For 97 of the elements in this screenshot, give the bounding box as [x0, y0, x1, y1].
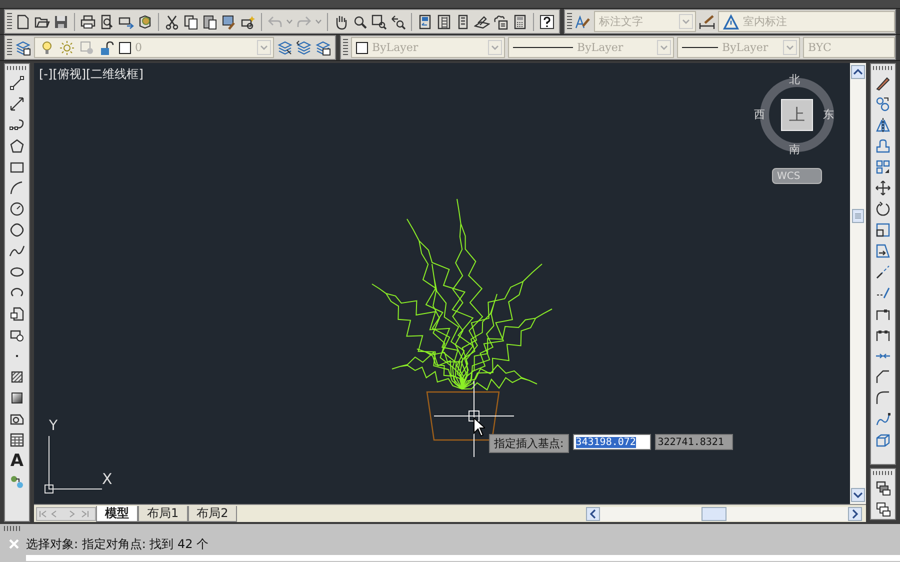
blank-page-icon[interactable]: [15, 14, 31, 30]
circle-icon[interactable]: [9, 201, 25, 217]
pencil-icon[interactable]: [875, 75, 891, 91]
dimension-style-value: 标注文字: [599, 14, 644, 29]
line-sample: [513, 47, 573, 48]
polyline-icon[interactable]: [9, 117, 25, 133]
cloud-sheet-icon[interactable]: [493, 14, 509, 30]
stacked-squares-icon[interactable]: [875, 501, 891, 517]
scale-squares-icon[interactable]: [875, 222, 891, 238]
coordinate-field[interactable]: 322741.8321: [654, 434, 733, 450]
scroll-down-button[interactable]: [851, 488, 865, 502]
grid-panel-icon[interactable]: [436, 14, 452, 30]
arc-icon[interactable]: [9, 180, 25, 196]
block-sparkle-icon[interactable]: [240, 14, 256, 30]
double-arrow-line-icon[interactable]: [9, 96, 25, 112]
compass-west: 西: [754, 107, 765, 122]
linked-circles-icon[interactable]: [9, 474, 25, 490]
exploded-box-icon[interactable]: [875, 432, 891, 448]
dimension-brush-icon[interactable]: [699, 14, 715, 30]
copy-circles-icon[interactable]: [875, 96, 891, 112]
scroll-up-button[interactable]: [851, 65, 865, 79]
triangle-icon[interactable]: [723, 14, 739, 30]
y-axis-label: Y: [49, 418, 58, 434]
coordinate-system-menu[interactable]: WCS: [772, 168, 822, 184]
trim-line-icon[interactable]: [875, 264, 891, 280]
fillet-icon[interactable]: [875, 390, 891, 406]
offset-shape-icon[interactable]: [875, 138, 891, 154]
color-value: ByLayer: [372, 41, 420, 54]
plot-style-value: BYC: [808, 41, 832, 54]
stacked-squares-icon[interactable]: [875, 480, 891, 496]
spline-edit-icon[interactable]: [875, 411, 891, 427]
hatch-icon[interactable]: [9, 369, 25, 385]
coordinate-field[interactable]: 343198.072: [572, 434, 651, 450]
toolbar-grip[interactable]: [343, 38, 348, 56]
table-icon[interactable]: [9, 432, 25, 448]
array-squares-icon[interactable]: [875, 159, 891, 175]
extend-line-icon[interactable]: [875, 285, 891, 301]
command-history-text: 选择对象: 指定对角点: 找到 42 个: [26, 536, 209, 552]
compass-south: 南: [789, 142, 800, 157]
toolbar-grip[interactable]: [4, 526, 22, 531]
command-input-field[interactable]: [26, 555, 900, 561]
toolbar-grip[interactable]: [567, 12, 572, 30]
layout-tab[interactable]: 模型: [96, 506, 138, 522]
text-tool-button[interactable]: A: [10, 453, 24, 469]
scissors-icon[interactable]: [164, 14, 180, 30]
zoom-magnifier-icon[interactable]: [352, 14, 368, 30]
page-magnifier-icon[interactable]: [99, 14, 115, 30]
question-mark-icon[interactable]: [539, 14, 555, 30]
multileader-style-value: 室内标注: [743, 14, 787, 29]
zoom-window-icon[interactable]: [371, 14, 387, 30]
compass-north: 北: [789, 72, 800, 87]
color-swatch: [119, 42, 131, 54]
lineweight-value: ByLayer: [722, 41, 770, 54]
stretch-shape-icon[interactable]: [875, 243, 891, 259]
toolbar-grip[interactable]: [7, 38, 12, 56]
arrow-cursor: [473, 417, 485, 437]
clipboard-icon[interactable]: [202, 14, 218, 30]
viewport-label[interactable]: [-][俯视][二维线框]: [39, 66, 144, 83]
cloud-icon[interactable]: [9, 222, 25, 238]
layer-name: 0: [135, 41, 143, 54]
sun-icon[interactable]: [59, 40, 75, 56]
linetype-value: ByLayer: [577, 41, 624, 54]
layout-tab[interactable]: 布局1: [138, 506, 188, 522]
compass-east: 东: [823, 107, 834, 122]
toolbar-grip[interactable]: [873, 66, 893, 70]
layer-manager-icon[interactable]: [15, 40, 31, 56]
pentagon-icon[interactable]: [9, 138, 25, 154]
rotate-arrow-icon[interactable]: [875, 201, 891, 217]
toolbar-grip[interactable]: [873, 471, 893, 475]
zoom-arrow-icon[interactable]: [390, 14, 406, 30]
horizontal-scrollbar[interactable]: [586, 506, 862, 520]
padlock-icon[interactable]: [99, 40, 115, 56]
toolbar-grip[interactable]: [7, 66, 27, 70]
paintbrush-icon[interactable]: [221, 14, 237, 30]
scroll-thumb[interactable]: [852, 209, 864, 223]
mirror-triangles-icon[interactable]: [875, 117, 891, 133]
line-segment-icon[interactable]: [9, 75, 25, 91]
viewcube-face[interactable]: 上: [781, 99, 813, 131]
line-sample: [682, 47, 718, 48]
gradient-icon[interactable]: [9, 390, 25, 406]
layer-stack-sheet-icon[interactable]: [315, 40, 331, 56]
layer-stack-arrow-icon[interactable]: [296, 40, 312, 56]
block-insert-icon[interactable]: [9, 306, 25, 322]
input-prompt: 指定插入基点:: [489, 434, 569, 453]
properties-panel-icon[interactable]: [417, 14, 433, 30]
wave-icon[interactable]: [9, 243, 25, 259]
brush-icon[interactable]: [575, 14, 591, 30]
color-swatch: [356, 42, 368, 54]
move-arrows-icon[interactable]: [875, 180, 891, 196]
printer-icon[interactable]: [80, 14, 96, 30]
calculator-icon[interactable]: [512, 14, 528, 30]
layout-tab[interactable]: 布局2: [188, 506, 238, 522]
chamfer-icon[interactable]: [875, 369, 891, 385]
layer-stack-icon[interactable]: [277, 40, 293, 56]
toolbar-grip[interactable]: [7, 12, 12, 30]
copy-pages-icon[interactable]: [183, 14, 199, 30]
x-axis-label: X: [102, 470, 112, 488]
